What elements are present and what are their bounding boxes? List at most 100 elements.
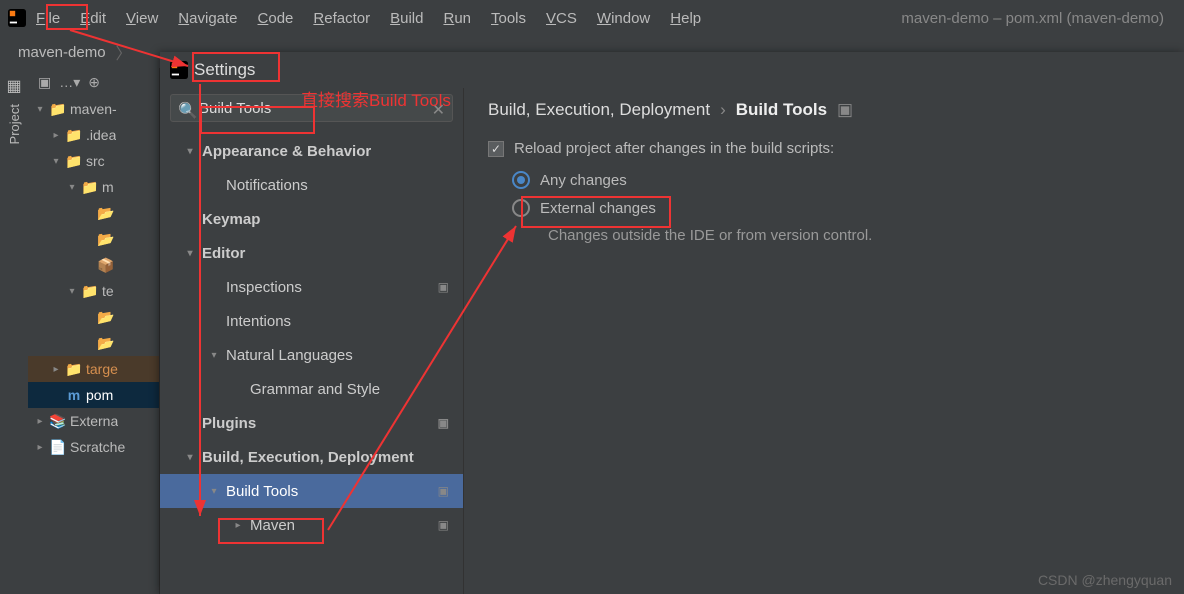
nav-item-intentions[interactable]: Intentions	[160, 304, 463, 338]
file-icon: 📁	[50, 102, 66, 116]
nav-item-editor[interactable]: ▾Editor	[160, 236, 463, 270]
caret-icon: ▾	[208, 486, 220, 497]
tree-row[interactable]: ▸ 📚 Externa	[28, 408, 159, 434]
nav-label: Inspections	[226, 279, 302, 296]
radio-any-changes[interactable]: Any changes	[512, 171, 1160, 189]
tool-window-tab[interactable]: ▦ Project	[0, 68, 28, 594]
project-scope-icon: ▣	[438, 416, 449, 430]
menu-tools[interactable]: Tools	[481, 6, 536, 31]
tree-row[interactable]: 📦	[28, 252, 159, 278]
menu-navigate[interactable]: Navigate	[168, 6, 247, 31]
nav-item-grammar-and-style[interactable]: Grammar and Style	[160, 372, 463, 406]
nav-item-keymap[interactable]: Keymap	[160, 202, 463, 236]
nav-item-build-execution-deployment[interactable]: ▾Build, Execution, Deployment	[160, 440, 463, 474]
project-tab-label: Project	[7, 104, 22, 144]
tree-label: src	[86, 153, 105, 169]
tree-row[interactable]: ▾📁m	[28, 174, 159, 200]
nav-label: Notifications	[226, 177, 308, 194]
checkbox-checked-icon[interactable]: ✓	[488, 141, 504, 157]
caret-icon: ▸	[50, 364, 62, 375]
nav-label: Build Tools	[226, 483, 298, 500]
settings-header: Settings	[160, 52, 1184, 88]
settings-title: Settings	[194, 60, 255, 80]
menu-code[interactable]: Code	[248, 6, 304, 31]
option-description: Changes outside the IDE or from version …	[548, 227, 1160, 244]
caret-icon: ▸	[34, 416, 46, 427]
breadcrumb-root[interactable]: maven-demo	[12, 42, 112, 63]
tree-row[interactable]: 📂	[28, 330, 159, 356]
tree-row[interactable]: ▸📁.idea	[28, 122, 159, 148]
settings-dialog: Settings 🔍 ✕ ▾Appearance & BehaviorNotif…	[160, 52, 1184, 594]
tree-row[interactable]: ▸📁targe	[28, 356, 159, 382]
tree-label: te	[102, 283, 114, 299]
project-scope-icon: ▣	[438, 484, 449, 498]
window-title: maven-demo – pom.xml (maven-demo)	[901, 10, 1176, 27]
menu-view[interactable]: View	[116, 6, 168, 31]
radio-label: Any changes	[540, 172, 627, 189]
chevron-right-icon: ›	[720, 100, 726, 120]
menu-edit[interactable]: Edit	[70, 6, 116, 31]
caret-icon: ▾	[66, 182, 78, 193]
project-tree: ▣ …▾ ⊕ ▾📁maven-▸📁.idea▾📁src▾📁m📂📂📦▾📁te📂📂▸…	[28, 68, 160, 594]
radio-icon[interactable]	[512, 199, 530, 217]
caret-icon: ▾	[208, 350, 220, 361]
settings-search-input[interactable]	[170, 94, 453, 122]
menu-run[interactable]: Run	[433, 6, 481, 31]
settings-nav: 🔍 ✕ ▾Appearance & BehaviorNotificationsK…	[160, 88, 464, 594]
tree-row[interactable]: ▾ 📁 te	[28, 278, 159, 304]
tree-label: m	[102, 179, 114, 195]
tree-label: Externa	[70, 413, 118, 429]
tree-row[interactable]: 📂	[28, 226, 159, 252]
tree-row[interactable]: ▸📄Scratche	[28, 434, 159, 460]
radio-external-changes[interactable]: External changes	[512, 199, 1160, 217]
reload-checkbox-row[interactable]: ✓ Reload project after changes in the bu…	[488, 140, 1160, 157]
dropdown-icon[interactable]: …▾	[59, 74, 80, 91]
menu-refactor[interactable]: Refactor	[303, 6, 380, 31]
watermark: CSDN @zhengyquan	[1038, 572, 1172, 588]
caret-icon: ▾	[184, 452, 196, 463]
caret-icon: ▾	[50, 156, 62, 167]
clear-icon[interactable]: ✕	[432, 100, 445, 120]
select-opened-icon[interactable]: ▣	[38, 74, 51, 91]
nav-label: Editor	[202, 245, 245, 262]
nav-item-appearance-behavior[interactable]: ▾Appearance & Behavior	[160, 134, 463, 168]
file-icon: 📁	[82, 284, 98, 298]
tree-row[interactable]: ▾📁maven-	[28, 96, 159, 122]
settings-breadcrumb: Build, Execution, Deployment › Build Too…	[488, 100, 1160, 120]
menu-vcs[interactable]: VCS	[536, 6, 587, 31]
file-icon: 📁	[66, 154, 82, 168]
radio-label: External changes	[540, 200, 656, 217]
nav-label: Plugins	[202, 415, 256, 432]
app-icon	[8, 9, 26, 27]
target-icon[interactable]: ⊕	[88, 74, 100, 91]
caret-icon: ▸	[50, 130, 62, 141]
tree-row[interactable]: ▾ 📁 src	[28, 148, 159, 174]
nav-label: Grammar and Style	[250, 381, 380, 398]
radio-checked-icon[interactable]	[512, 171, 530, 189]
file-icon: 📂	[98, 232, 114, 246]
file-icon: 📄	[50, 440, 66, 454]
menu-help[interactable]: Help	[660, 6, 711, 31]
tree-row[interactable]: 📂	[28, 304, 159, 330]
tree-row[interactable]: 📂	[28, 200, 159, 226]
caret-icon: ▾	[66, 286, 78, 297]
tree-row[interactable]: mpom	[28, 382, 159, 408]
nav-item-inspections[interactable]: Inspections▣	[160, 270, 463, 304]
folders-icon: ▦	[6, 76, 21, 96]
nav-item-plugins[interactable]: Plugins ▣	[160, 406, 463, 440]
nav-item-maven[interactable]: ▸Maven▣	[160, 508, 463, 542]
breadcrumb-segment[interactable]: Build, Execution, Deployment	[488, 100, 710, 120]
file-icon: 📚	[50, 414, 66, 428]
menu-bar: FileEditViewNavigateCodeRefactorBuildRun…	[0, 0, 1184, 36]
nav-label: Keymap	[202, 211, 260, 228]
file-icon: 📂	[98, 336, 114, 350]
project-scope-icon: ▣	[438, 518, 449, 532]
menu-window[interactable]: Window	[587, 6, 660, 31]
caret-icon: ▸	[232, 520, 244, 531]
menu-file[interactable]: File	[26, 6, 70, 31]
nav-item-notifications[interactable]: Notifications	[160, 168, 463, 202]
menu-build[interactable]: Build	[380, 6, 433, 31]
nav-item-natural-languages[interactable]: ▾Natural Languages	[160, 338, 463, 372]
nav-item-build-tools[interactable]: ▾ Build Tools ▣	[160, 474, 463, 508]
nav-label: Intentions	[226, 313, 291, 330]
